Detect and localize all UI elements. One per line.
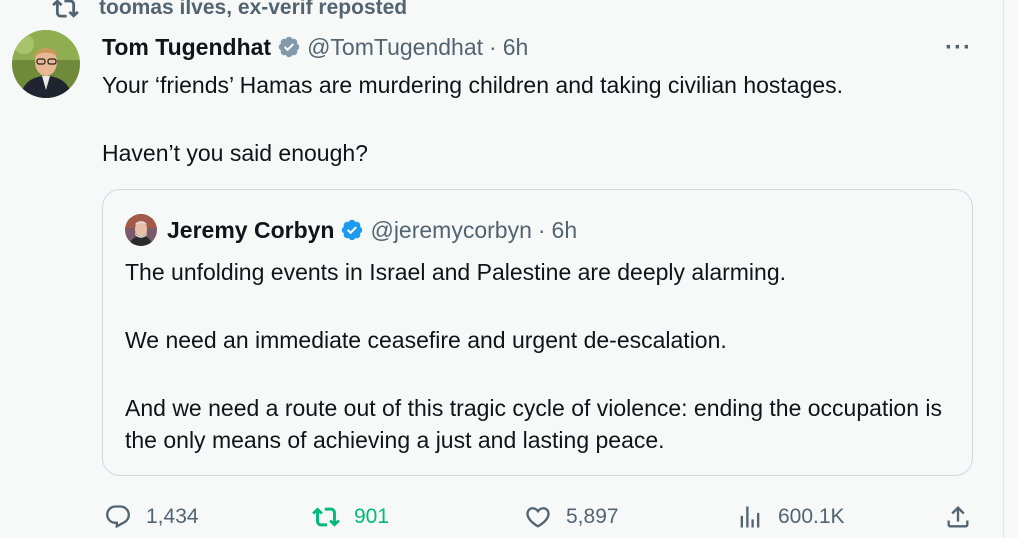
more-options-icon[interactable]: ··· [945, 34, 972, 62]
views-count: 600.1K [778, 505, 845, 528]
quoted-author-handle: @jeremycorbyn [370, 216, 532, 243]
quoted-tweet-time: 6h [551, 216, 578, 243]
tweet-text: Your ‘friends’ Hamas are murdering child… [102, 70, 982, 168]
like-count: 5,897 [566, 505, 619, 528]
repost-context[interactable]: toomas ilves, ex-verif reposted [52, 0, 407, 22]
tweet-time[interactable]: 6h [503, 34, 529, 61]
separator-dot: · [489, 33, 497, 60]
share-button[interactable] [944, 500, 972, 534]
quoted-tweet-header: Jeremy Corbyn @jeremycorbyn · 6h [125, 214, 577, 246]
heart-icon [526, 507, 550, 528]
reply-button[interactable]: 1,434 [104, 500, 199, 534]
quoted-paragraph: And we need a route out of this tragic c… [125, 395, 943, 453]
views-chart-icon [740, 506, 760, 528]
verified-badge-icon[interactable] [277, 35, 301, 59]
reply-icon [106, 505, 130, 529]
tweet-text-line: Your ‘friends’ Hamas are murdering child… [102, 72, 844, 98]
repost-button[interactable]: 901 [312, 500, 389, 534]
tweet-text-line: Haven’t you said enough? [102, 140, 368, 166]
repost-icon [312, 507, 340, 527]
quoted-paragraph: The unfolding events in Israel and Pales… [125, 259, 787, 285]
quoted-author-avatar [125, 214, 157, 246]
repost-icon [52, 0, 79, 18]
quoted-tweet-card[interactable]: Jeremy Corbyn @jeremycorbyn · 6h The unf… [102, 189, 973, 476]
tweet-action-bar: 1,434 901 5,897 600.1K [0, 500, 1018, 534]
timeline-right-border [1003, 0, 1004, 538]
author-handle[interactable]: @TomTugendhat [307, 34, 483, 61]
quoted-paragraph: We need an immediate ceasefire and urgen… [125, 327, 727, 353]
like-button[interactable]: 5,897 [524, 500, 619, 534]
quoted-tweet-text: The unfolding events in Israel and Pales… [125, 256, 955, 456]
quoted-author-name: Jeremy Corbyn [167, 216, 335, 243]
repost-count: 901 [354, 505, 390, 528]
author-avatar[interactable] [12, 30, 80, 98]
share-icon [947, 506, 969, 528]
reply-count: 1,434 [146, 505, 199, 528]
repost-label: toomas ilves, ex-verif reposted [99, 0, 408, 19]
author-name[interactable]: Tom Tugendhat [102, 34, 271, 61]
views-button[interactable]: 600.1K [736, 500, 845, 534]
tweet-header: Tom Tugendhat @TomTugendhat · 6h [102, 32, 528, 62]
separator-dot: · [537, 216, 546, 243]
verified-badge-icon [342, 219, 363, 241]
